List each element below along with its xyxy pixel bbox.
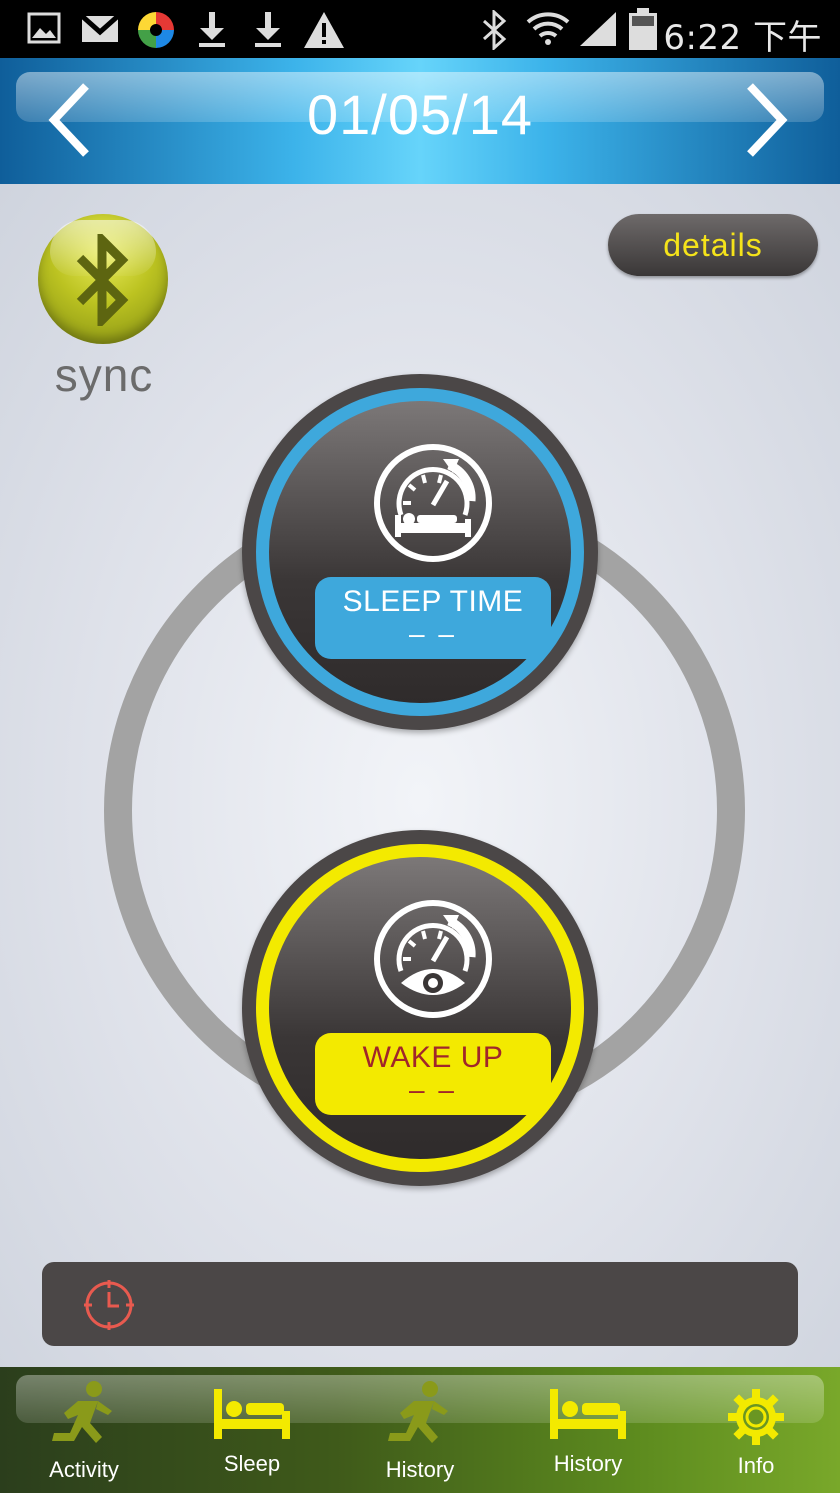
gallery-icon	[27, 12, 61, 44]
wifi-icon	[526, 12, 570, 45]
tab-sleep-history-label: History	[553, 1451, 623, 1476]
bluetooth-icon	[76, 234, 129, 326]
runner-icon	[52, 1381, 112, 1443]
sync-label: sync	[54, 349, 154, 401]
tab-activity-label: Activity	[49, 1457, 119, 1482]
wake-up-value: – –	[409, 1074, 457, 1105]
tab-info-label: Info	[737, 1453, 775, 1478]
wake-gauge-icon	[374, 900, 492, 1018]
tab-activity-history-label: History	[385, 1457, 455, 1482]
runner-icon	[388, 1381, 448, 1443]
sleep-time-dial[interactable]: SLEEP TIME – –	[242, 374, 598, 730]
tab-info[interactable]: Info	[672, 1367, 840, 1493]
tab-sleep[interactable]: Sleep	[168, 1367, 336, 1493]
tab-sleep-label: Sleep	[223, 1451, 281, 1476]
sleep-time-label[interactable]: SLEEP TIME – –	[315, 577, 551, 659]
status-bar: 6:22 下午	[0, 0, 840, 58]
sync-button[interactable]	[38, 214, 168, 344]
gear-icon	[728, 1389, 784, 1445]
sleep-time-title: SLEEP TIME	[342, 585, 524, 618]
status-time: 6:22 下午	[663, 18, 822, 58]
sleep-dial-face: SLEEP TIME – –	[256, 388, 584, 716]
tab-activity[interactable]: Activity	[0, 1367, 168, 1493]
wake-dial-face: WAKE UP – –	[256, 844, 584, 1172]
app-icon	[138, 12, 174, 48]
bottom-tab-bar: Activity Sleep History History Info	[0, 1367, 840, 1493]
bed-icon	[214, 1389, 290, 1439]
tab-sleep-history[interactable]: History	[504, 1367, 672, 1493]
sleep-time-value: – –	[409, 618, 457, 649]
gmail-icon	[80, 14, 120, 42]
tab-activity-history[interactable]: History	[336, 1367, 504, 1493]
alarm-bar[interactable]	[42, 1262, 798, 1346]
download-icon	[199, 12, 225, 47]
wake-up-dial[interactable]: WAKE UP – –	[242, 830, 598, 1186]
date-title: 01/05/14	[307, 83, 533, 146]
download-icon	[255, 12, 281, 47]
date-header: 01/05/14	[0, 58, 840, 184]
clock-icon	[84, 1280, 134, 1330]
signal-icon	[580, 12, 616, 46]
sleep-main: sync details SLEEP TIME – – WAKE UP – –	[0, 184, 840, 1367]
warning-icon	[304, 12, 344, 48]
bluetooth-icon	[482, 10, 507, 50]
chevron-right-icon[interactable]	[740, 80, 790, 160]
sleep-gauge-icon	[374, 444, 492, 562]
wake-up-label[interactable]: WAKE UP – –	[315, 1033, 551, 1115]
battery-icon	[629, 8, 657, 50]
bed-icon	[550, 1389, 626, 1439]
wake-up-title: WAKE UP	[362, 1041, 504, 1074]
details-button[interactable]: details	[608, 214, 818, 276]
